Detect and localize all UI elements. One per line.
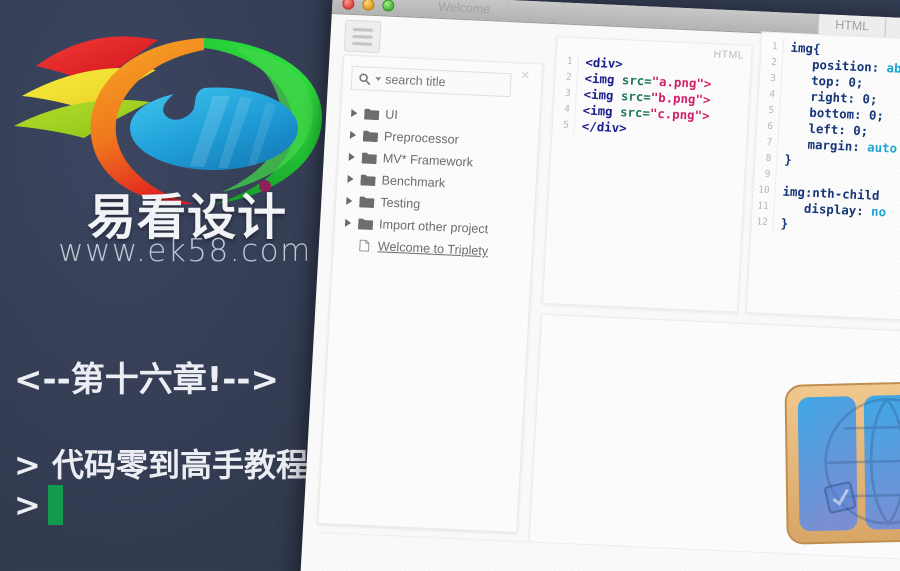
close-button[interactable]	[342, 0, 355, 10]
css-code-body: 1 2 3 4 5 6 7 8 9 10 11 12 img{ position…	[751, 38, 900, 240]
file-browser-panel: × UI Preprocessor	[317, 54, 544, 533]
chevron-right-icon[interactable]	[348, 130, 357, 140]
folder-icon	[361, 152, 377, 165]
search-icon	[359, 72, 371, 85]
browser-puzzle-icon	[781, 376, 900, 546]
tutorial-tagline: > 代码零到高手教程	[14, 446, 308, 484]
code-token: "b.png">	[650, 89, 711, 108]
hamburger-line	[352, 27, 374, 32]
tab-welcome[interactable]: Welcome	[421, 0, 508, 22]
code-token: margin:	[807, 136, 861, 155]
code-token: img:nth-child	[782, 183, 880, 203]
tree-item-label: Import other project	[378, 217, 489, 237]
code-token: }	[783, 151, 793, 167]
code-token: 0;	[848, 74, 864, 91]
code-token: "a.png">	[651, 73, 712, 92]
prompt-symbol: >	[14, 486, 41, 524]
tree-item-label: MV* Framework	[382, 151, 474, 170]
search-box[interactable]	[350, 65, 512, 98]
chevron-right-icon[interactable]	[345, 174, 354, 184]
html-code-text[interactable]: <div> <img src="a.png"> <img src="b.png"…	[574, 54, 712, 140]
code-token: right:	[809, 88, 856, 106]
terminal-prompt-line: >	[14, 485, 63, 525]
close-icon[interactable]: ×	[520, 67, 530, 84]
folder-icon	[360, 174, 376, 187]
folder-icon	[362, 130, 379, 143]
tree-item-label: UI	[384, 107, 399, 123]
code-token: }	[780, 215, 789, 231]
preview-pane[interactable]	[524, 313, 900, 571]
code-token: abs	[886, 60, 900, 77]
chevron-right-icon[interactable]	[349, 108, 358, 118]
code-token: src=	[619, 104, 651, 121]
code-token: 0;	[852, 122, 869, 139]
window-tabs: Welcome	[421, 0, 508, 22]
minimize-button[interactable]	[362, 0, 375, 11]
html-editor-pane[interactable]: HTML 1 2 3 4 5 <div> <img src="a.png"> <…	[541, 36, 753, 313]
text-cursor	[47, 485, 63, 525]
code-token: </div>	[581, 118, 628, 136]
code-token: src=	[620, 88, 652, 105]
code-token: auto	[866, 139, 898, 156]
hamburger-icon[interactable]	[343, 19, 382, 54]
file-icon	[359, 239, 370, 252]
code-token: <img	[584, 70, 623, 88]
chevron-down-icon[interactable]	[375, 77, 382, 82]
code-editor-window: Welcome HTML CSS ×	[298, 0, 900, 571]
code-token: no	[870, 203, 887, 220]
code-token: bottom:	[809, 104, 863, 123]
code-token: <img	[582, 102, 621, 120]
chapter-heading: <--第十六章!-->	[14, 360, 279, 400]
chevron-right-icon[interactable]	[343, 218, 352, 228]
code-token: position:	[811, 56, 880, 75]
code-token: src=	[621, 72, 653, 89]
code-token: display:	[803, 200, 865, 219]
css-editor-pane[interactable]: 1 2 3 4 5 6 7 8 9 10 11 12 img{ position…	[745, 31, 900, 323]
folder-icon	[357, 218, 374, 230]
code-token: 0;	[862, 91, 878, 107]
code-token: top:	[810, 72, 842, 90]
code-token: 0;	[868, 107, 885, 124]
code-token: "c.png">	[649, 105, 710, 124]
brand-title-dot	[259, 180, 271, 192]
chevron-right-icon[interactable]	[344, 196, 353, 206]
code-token: <div>	[585, 54, 624, 72]
maximize-button[interactable]	[382, 0, 395, 12]
brand-url: www.ek58.com	[58, 233, 312, 269]
code-token: img{	[790, 39, 821, 57]
tree-item-label: Testing	[379, 195, 421, 212]
search-input[interactable]	[384, 72, 501, 92]
tree-item-label: Welcome to Triplety	[377, 239, 489, 259]
tree-item-label: Preprocessor	[383, 129, 460, 147]
html-code-body: 1 2 3 4 5 <div> <img src="a.png"> <img s…	[552, 53, 750, 142]
code-token: <img	[583, 86, 622, 104]
folder-icon	[364, 108, 380, 121]
hamburger-line	[352, 41, 373, 46]
file-tree: UI Preprocessor MV* Framework Benchmark …	[339, 102, 537, 264]
css-code-text[interactable]: img{ position: abs top: 0; right: 0; bot…	[773, 40, 900, 237]
tree-item-label: Benchmark	[381, 173, 446, 191]
hamburger-line	[352, 34, 373, 39]
folder-icon	[359, 196, 375, 209]
screenshot-stage: 易看设计 www.ek58.com <--第十六章!--> > 代码零到高手教程…	[0, 0, 900, 571]
code-token: left:	[808, 120, 847, 138]
chevron-right-icon[interactable]	[347, 152, 356, 162]
